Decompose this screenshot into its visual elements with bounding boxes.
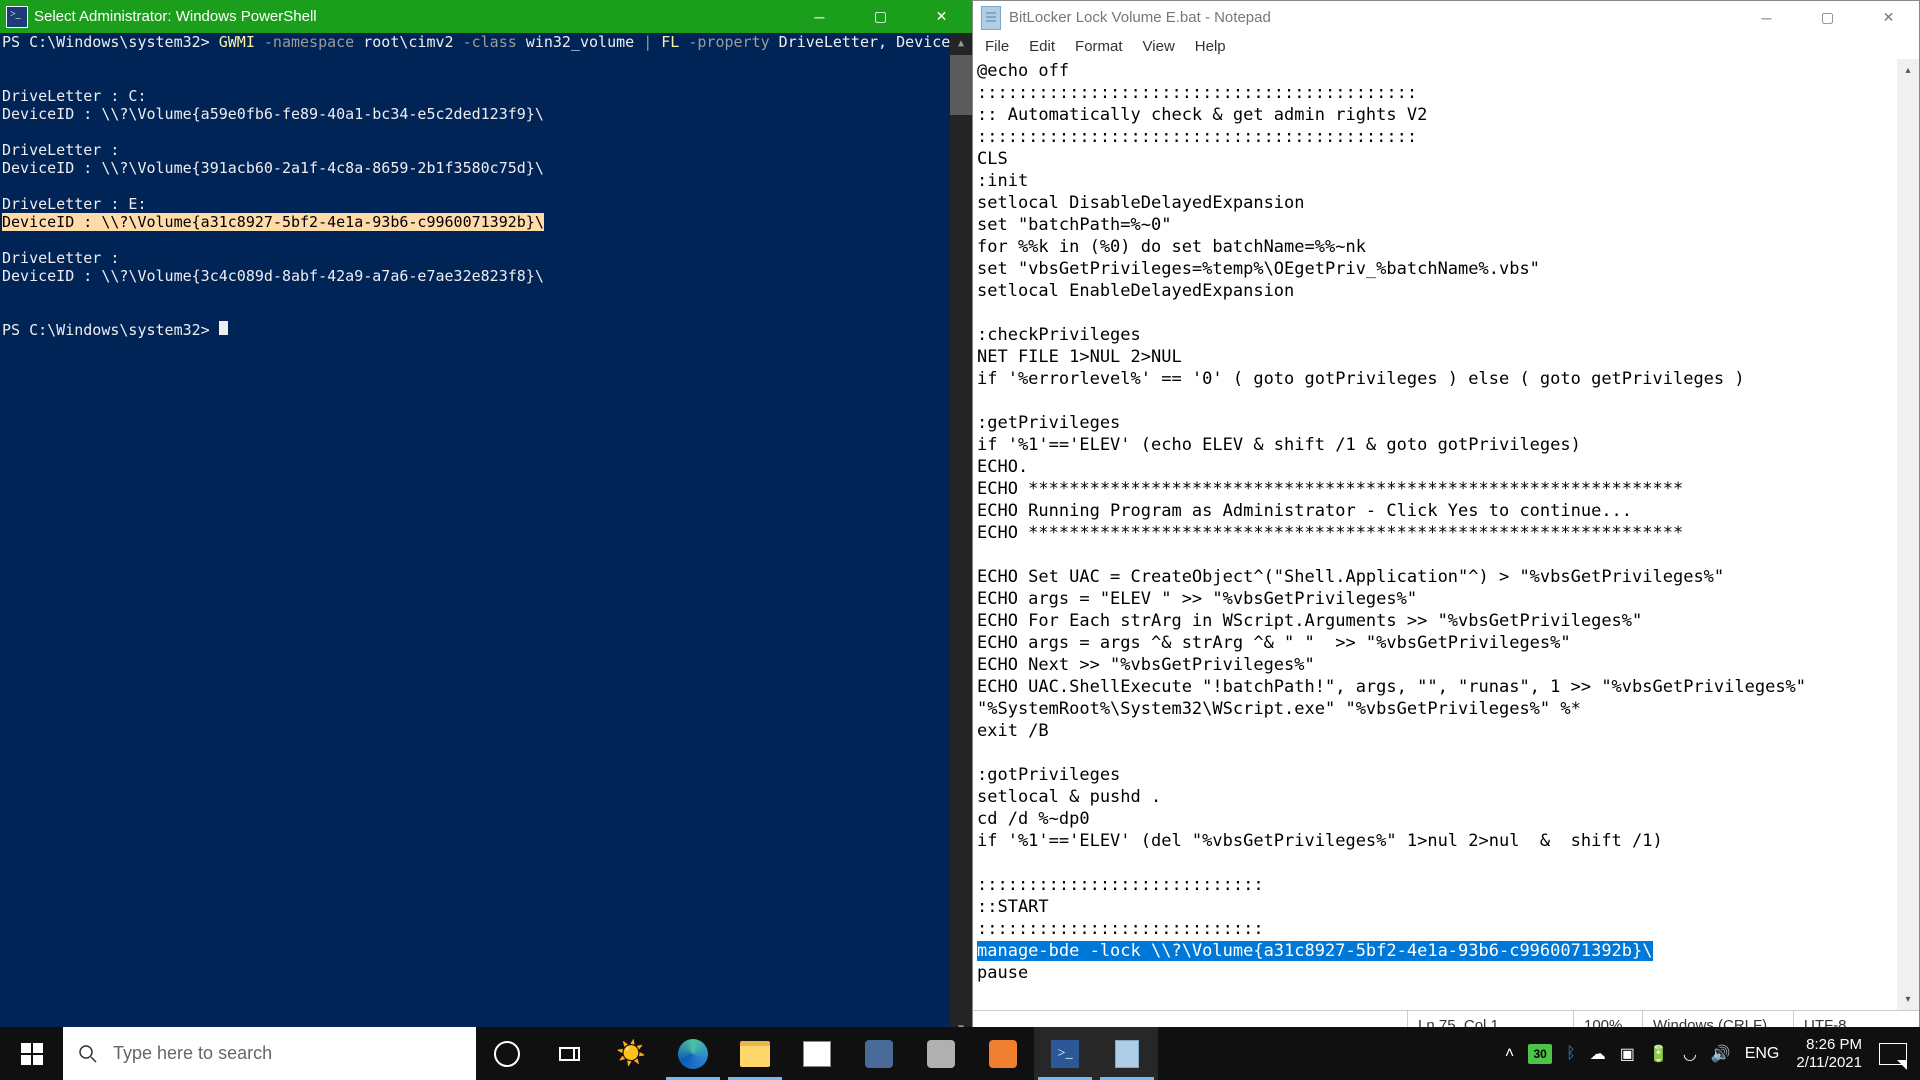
powershell-title: Select Administrator: Windows PowerShell xyxy=(34,8,789,25)
taskbar-app[interactable] xyxy=(910,1027,972,1080)
tray-overflow[interactable]: ˄ xyxy=(1498,1027,1521,1080)
minimize-button[interactable]: ─ xyxy=(1736,1,1797,34)
cortana-button[interactable] xyxy=(476,1027,538,1080)
wifi-icon: ◡ xyxy=(1683,1044,1697,1064)
clock-date: 2/11/2021 xyxy=(1796,1054,1862,1072)
tray-wifi[interactable]: ◡ xyxy=(1676,1027,1704,1080)
powershell-console[interactable]: PS C:\Windows\system32> GWMI -namespace … xyxy=(0,33,972,1040)
tray-battery[interactable]: 🔋 xyxy=(1642,1027,1676,1080)
notepad-icon xyxy=(981,6,1001,30)
tray-app[interactable]: 30 xyxy=(1521,1027,1559,1080)
system-tray: ˄ 30 ᛒ ☁ ▣ 🔋 ◡ 🔊 ENG 8:26 PM 2/11/2021 xyxy=(1498,1027,1920,1080)
tray-icon: ▣ xyxy=(1620,1044,1635,1064)
clock-time: 8:26 PM xyxy=(1796,1036,1862,1054)
menu-format[interactable]: Format xyxy=(1065,36,1133,57)
taskbar-powershell[interactable]: >_ xyxy=(1034,1027,1096,1080)
edge-icon xyxy=(678,1039,708,1069)
notepad-title: BitLocker Lock Volume E.bat - Notepad xyxy=(1009,9,1736,26)
folder-icon xyxy=(740,1041,770,1067)
taskbar: Type here to search ☀️ >_ ˄ 30 ᛒ ☁ ▣ 🔋 ◡… xyxy=(0,1027,1920,1080)
tray-clock[interactable]: 8:26 PM 2/11/2021 xyxy=(1786,1036,1872,1072)
store-icon xyxy=(803,1041,831,1067)
task-view-icon xyxy=(559,1047,580,1061)
taskbar-app[interactable]: ☀️ xyxy=(600,1027,662,1080)
powershell-icon xyxy=(6,6,28,28)
taskbar-app[interactable] xyxy=(972,1027,1034,1080)
notepad-window: BitLocker Lock Volume E.bat - Notepad ─ … xyxy=(972,0,1920,1040)
task-view-button[interactable] xyxy=(538,1027,600,1080)
notepad-titlebar[interactable]: BitLocker Lock Volume E.bat - Notepad ─ … xyxy=(973,1,1919,34)
scroll-thumb[interactable] xyxy=(950,55,972,115)
powershell-window: Select Administrator: Windows PowerShell… xyxy=(0,0,972,1040)
app-icon xyxy=(865,1040,893,1068)
windows-logo-icon xyxy=(21,1043,43,1065)
close-button[interactable]: ✕ xyxy=(1858,1,1919,34)
bluetooth-icon: ᛒ xyxy=(1566,1045,1576,1063)
menu-view[interactable]: View xyxy=(1133,36,1185,57)
search-placeholder: Type here to search xyxy=(113,1043,272,1064)
notepad-menubar: File Edit Format View Help xyxy=(973,34,1919,59)
notepad-editor[interactable]: @echo off ::::::::::::::::::::::::::::::… xyxy=(973,59,1919,1010)
selected-text: manage-bde -lock \\?\Volume{a31c8927-5bf… xyxy=(977,941,1653,961)
menu-file[interactable]: File xyxy=(975,36,1019,57)
notification-icon xyxy=(1879,1043,1907,1065)
taskbar-store[interactable] xyxy=(786,1027,848,1080)
scrollbar[interactable]: ▴ ▾ xyxy=(1897,59,1919,1010)
scroll-up-icon[interactable]: ▲ xyxy=(950,33,972,55)
badge-icon: 30 xyxy=(1528,1044,1552,1064)
taskbar-app[interactable] xyxy=(848,1027,910,1080)
scroll-up-icon[interactable]: ▴ xyxy=(1897,59,1919,81)
cursor xyxy=(219,321,228,335)
tray-app[interactable]: ▣ xyxy=(1613,1027,1642,1080)
app-icon xyxy=(927,1040,955,1068)
taskbar-edge[interactable] xyxy=(662,1027,724,1080)
menu-edit[interactable]: Edit xyxy=(1019,36,1065,57)
maximize-button[interactable]: ▢ xyxy=(850,0,911,33)
speaker-icon: 🔊 xyxy=(1711,1044,1731,1064)
tray-volume[interactable]: 🔊 xyxy=(1704,1027,1738,1080)
tray-bluetooth[interactable]: ᛒ xyxy=(1559,1027,1583,1080)
search-icon xyxy=(63,1044,113,1064)
tray-language[interactable]: ENG xyxy=(1738,1027,1787,1080)
app-icon xyxy=(989,1040,1017,1068)
app-icon: ☀️ xyxy=(615,1038,647,1070)
tray-notifications[interactable] xyxy=(1872,1027,1914,1080)
search-box[interactable]: Type here to search xyxy=(63,1027,476,1080)
start-button[interactable] xyxy=(0,1027,63,1080)
scroll-down-icon[interactable]: ▾ xyxy=(1897,988,1919,1010)
scrollbar[interactable]: ▲ ▼ xyxy=(950,33,972,1040)
selected-text: DeviceID : \\?\Volume{a31c8927-5bf2-4e1a… xyxy=(2,213,544,231)
close-button[interactable]: ✕ xyxy=(911,0,972,33)
minimize-button[interactable]: ─ xyxy=(789,0,850,33)
powershell-icon: >_ xyxy=(1051,1040,1079,1068)
taskbar-notepad[interactable] xyxy=(1096,1027,1158,1080)
maximize-button[interactable]: ▢ xyxy=(1797,1,1858,34)
battery-icon: 🔋 xyxy=(1649,1044,1669,1064)
powershell-titlebar[interactable]: Select Administrator: Windows PowerShell… xyxy=(0,0,972,33)
chevron-up-icon: ˄ xyxy=(1505,1045,1514,1063)
tray-onedrive[interactable]: ☁ xyxy=(1583,1027,1613,1080)
notepad-icon xyxy=(1115,1040,1139,1068)
cloud-icon: ☁ xyxy=(1590,1044,1606,1064)
cortana-icon xyxy=(494,1041,520,1067)
menu-help[interactable]: Help xyxy=(1185,36,1236,57)
taskbar-explorer[interactable] xyxy=(724,1027,786,1080)
